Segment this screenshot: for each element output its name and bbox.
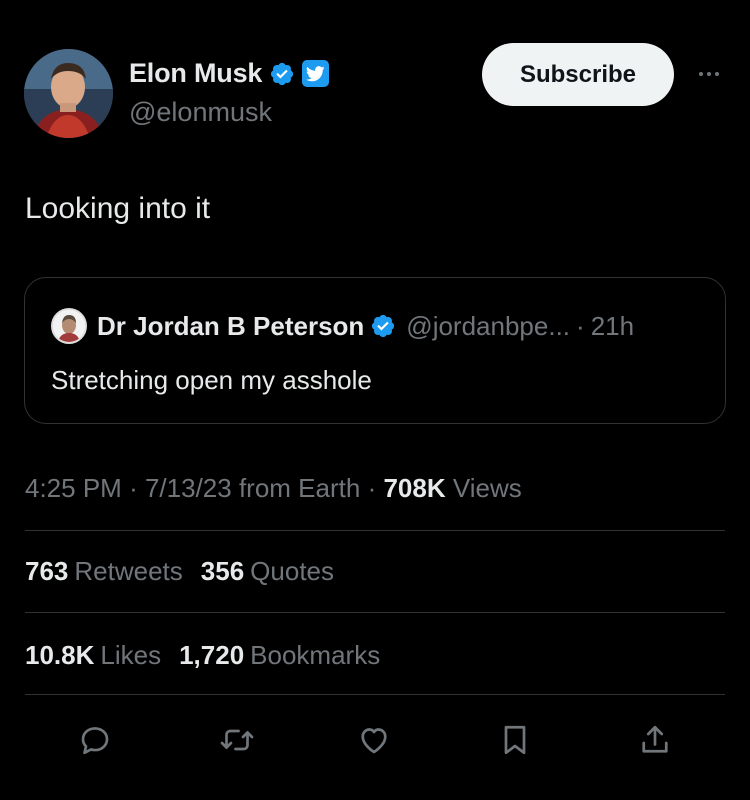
tweet-time[interactable]: 4:25 PM <box>25 473 122 503</box>
tweet-date[interactable]: 7/13/23 <box>145 473 232 503</box>
reply-icon[interactable] <box>73 718 117 762</box>
likes-stat[interactable]: 10.8K Likes <box>25 640 161 671</box>
twitter-bird-icon <box>302 60 330 87</box>
likes-label: Likes <box>100 640 162 670</box>
more-options-icon[interactable] <box>694 62 724 86</box>
divider <box>25 694 725 695</box>
retweets-stat[interactable]: 763 Retweets <box>25 556 183 587</box>
verified-badge-icon <box>269 61 295 87</box>
retweets-label: Retweets <box>74 556 183 586</box>
quoted-tweet-card[interactable]: Dr Jordan B Peterson @jordanbpe... · 21h… <box>24 277 726 424</box>
quoted-tweet-header: Dr Jordan B Peterson @jordanbpe... · 21h <box>51 308 634 344</box>
tweet-source: from Earth <box>238 473 361 503</box>
action-bar <box>0 718 750 762</box>
share-icon[interactable] <box>633 718 677 762</box>
quoted-separator: · <box>576 310 585 341</box>
author-handle[interactable]: @elonmusk <box>129 97 272 128</box>
like-icon[interactable] <box>352 718 396 762</box>
bookmarks-count: 1,720 <box>179 640 245 670</box>
bookmarks-stat[interactable]: 1,720 Bookmarks <box>179 640 380 671</box>
author-name[interactable]: Elon Musk <box>129 58 262 89</box>
tweet-detail: Elon Musk @elonmusk Subscribe Looking in… <box>0 0 750 800</box>
author-name-row: Elon Musk <box>129 58 330 89</box>
retweets-count: 763 <box>25 556 69 586</box>
quoted-tweet-text: Stretching open my asshole <box>51 365 372 395</box>
quotes-label: Quotes <box>250 556 334 586</box>
likes-count: 10.8K <box>25 640 95 670</box>
quoted-author-handle: @jordanbpe... <box>406 310 571 341</box>
meta-separator-2: · <box>367 473 377 503</box>
divider <box>25 530 725 531</box>
views-count: 708K <box>383 473 446 503</box>
quoted-timestamp: 21h <box>590 310 635 341</box>
meta-separator: · <box>129 473 138 503</box>
engagement-stats-row-1: 763 Retweets 356 Quotes <box>25 556 334 587</box>
avatar-photo-icon <box>24 49 113 138</box>
tweet-meta: 4:25 PM · 7/13/23 from Earth · 708K View… <box>25 473 522 504</box>
retweet-icon[interactable] <box>215 718 259 762</box>
subscribe-button[interactable]: Subscribe <box>482 43 674 106</box>
quotes-stat[interactable]: 356 Quotes <box>201 556 334 587</box>
quoted-author-name: Dr Jordan B Peterson <box>97 310 365 341</box>
tweet-text: Looking into it <box>25 192 211 225</box>
bookmarks-label: Bookmarks <box>250 640 381 670</box>
quoted-verified-badge-icon <box>370 313 396 339</box>
engagement-stats-row-2: 10.8K Likes 1,720 Bookmarks <box>25 640 380 671</box>
bookmark-icon[interactable] <box>493 718 537 762</box>
quoted-author-avatar <box>51 308 87 344</box>
divider <box>25 612 725 613</box>
author-avatar[interactable] <box>24 49 113 138</box>
quotes-count: 356 <box>200 556 245 586</box>
views-label: Views <box>452 473 522 503</box>
